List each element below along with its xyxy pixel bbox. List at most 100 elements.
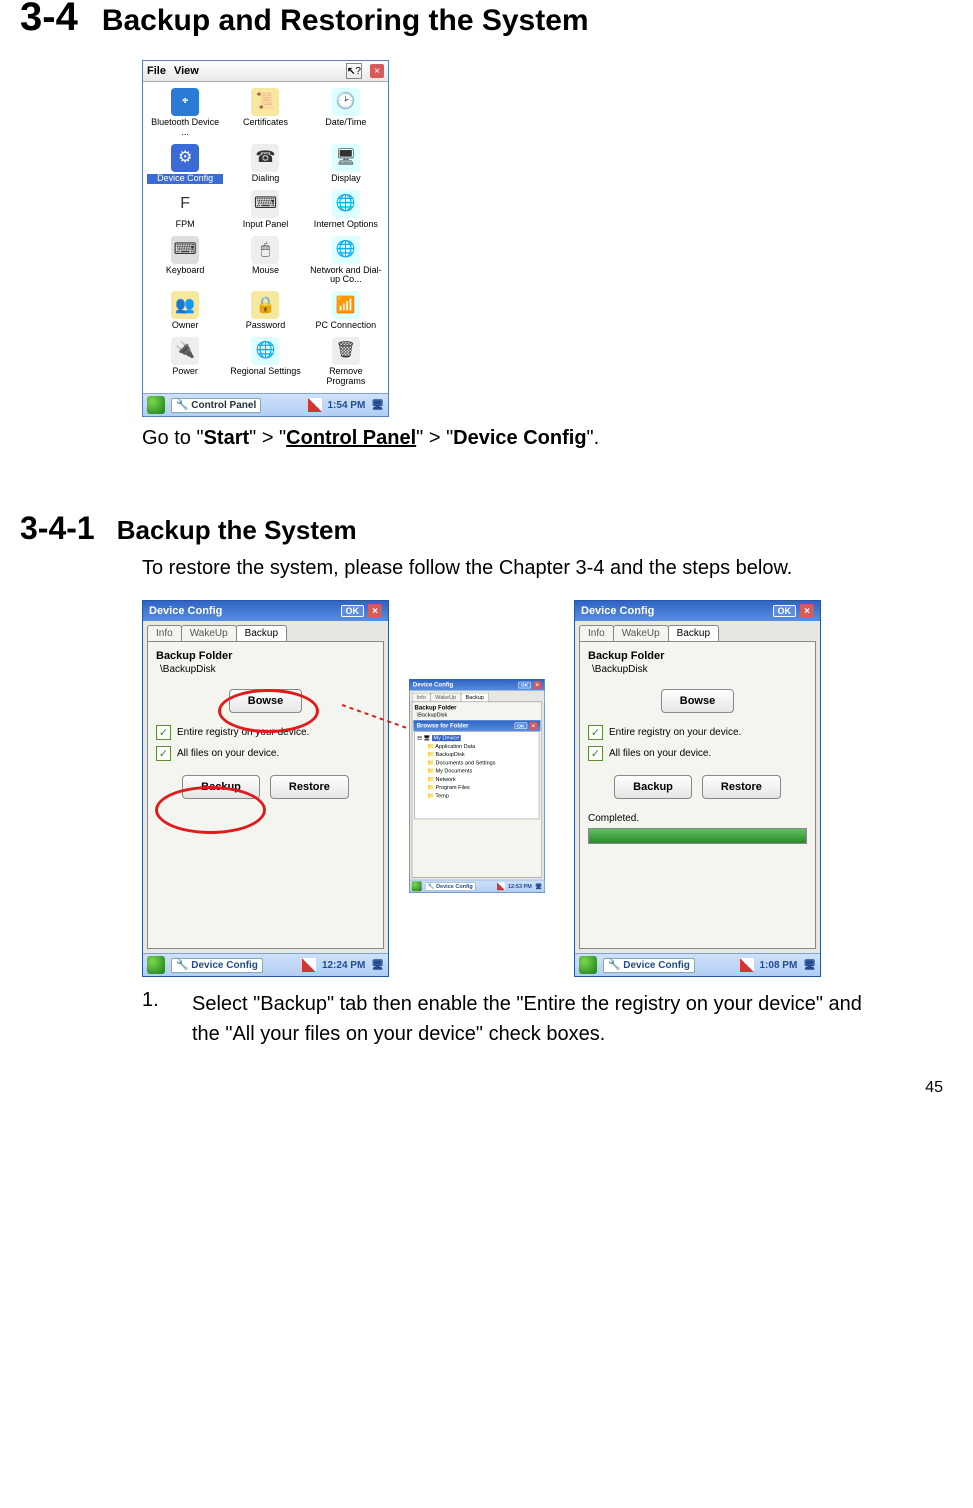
tree-root[interactable]: My Device	[432, 735, 461, 741]
ok-button[interactable]: OK	[518, 681, 531, 688]
taskbar-app[interactable]: Device Config	[436, 883, 473, 889]
cp-item[interactable]: 🖥Display	[308, 144, 384, 184]
browse-button[interactable]: Bowse	[661, 689, 734, 713]
backup-button[interactable]: Backup	[614, 775, 692, 799]
checkbox-registry[interactable]: ✓	[588, 725, 603, 740]
cp-item[interactable]: ⌨Keyboard	[147, 236, 223, 286]
ok-button[interactable]: OK	[773, 605, 797, 617]
cp-item[interactable]: 📜Certificates	[227, 88, 303, 138]
close-icon[interactable]: ×	[529, 721, 537, 729]
close-icon[interactable]: ×	[370, 64, 384, 78]
start-button-icon[interactable]	[579, 956, 597, 974]
restore-button[interactable]: Restore	[702, 775, 781, 799]
tree-item[interactable]: 📁 My Documents	[427, 767, 536, 775]
subsection-title: Backup the System	[117, 515, 357, 546]
tree-item[interactable]: 📁 Documents and Settings	[427, 758, 536, 766]
tray-icon[interactable]: 🖥	[371, 400, 384, 411]
folder-tree[interactable]: ⊟ 🖥 My Device 📁 Application Data📁 Backup…	[415, 731, 540, 819]
cp-item[interactable]: 📶PC Connection	[308, 291, 384, 331]
cp-item-label: Remove Programs	[308, 367, 384, 387]
tab-backup[interactable]: Backup	[668, 625, 719, 641]
cp-item[interactable]: 🌐Regional Settings	[227, 337, 303, 387]
start-button-icon[interactable]	[412, 881, 422, 891]
context-help-icon[interactable]: ↖?	[346, 63, 362, 79]
cp-item[interactable]: 🔒Password	[227, 291, 303, 331]
tree-item[interactable]: 📁 Temp	[427, 791, 536, 799]
close-icon[interactable]: ×	[533, 681, 541, 689]
restore-button[interactable]: Restore	[270, 775, 349, 799]
cp-item[interactable]: 👥 Owner	[147, 291, 223, 331]
cp-item-label: Owner	[147, 321, 223, 331]
tree-item[interactable]: 📁 Application Data	[427, 742, 536, 750]
cp-item[interactable]: 🌐Network and Dial-up Co...	[308, 236, 384, 286]
tab-info[interactable]: Info	[579, 625, 614, 641]
step-text: Select "Backup" tab then enable the "Ent…	[192, 989, 892, 1049]
close-icon[interactable]: ×	[800, 604, 814, 618]
cp-item-icon: 🔌	[171, 337, 199, 365]
cp-item[interactable]: ⌨Input Panel	[227, 190, 303, 230]
tray-icon[interactable]: 🖥	[371, 960, 384, 971]
backup-button[interactable]: Backup	[182, 775, 260, 799]
cp-item[interactable]: 🗑Remove Programs	[308, 337, 384, 387]
browse-button[interactable]: Bowse	[229, 689, 302, 713]
taskbar-time: 12:53 PM	[508, 883, 532, 889]
cp-item-icon: ⌨	[251, 190, 279, 218]
flag-icon[interactable]	[740, 958, 754, 972]
start-button-icon[interactable]	[147, 956, 165, 974]
cp-item[interactable]: FFPM	[147, 190, 223, 230]
cp-item-label: Network and Dial-up Co...	[308, 266, 384, 286]
taskbar-time: 1:54 PM	[328, 400, 366, 411]
ok-button[interactable]: OK	[341, 605, 365, 617]
cp-item-label: Date/Time	[308, 118, 384, 128]
tab-backup[interactable]: Backup	[461, 692, 489, 701]
checkbox-registry-label: Entire registry on your device.	[177, 727, 309, 738]
status-text: Completed.	[588, 813, 807, 824]
cp-item[interactable]: ☎Dialing	[227, 144, 303, 184]
taskbar-time: 12:24 PM	[322, 960, 365, 971]
menu-file[interactable]: File	[147, 65, 166, 77]
cp-item-icon: 🖥	[332, 144, 360, 172]
taskbar-app[interactable]: Device Config	[623, 960, 690, 971]
tree-item[interactable]: 📁 Program Files	[427, 783, 536, 791]
checkbox-allfiles[interactable]: ✓	[156, 746, 171, 761]
checkbox-allfiles[interactable]: ✓	[588, 746, 603, 761]
cp-item[interactable]: ᛭Bluetooth Device ...	[147, 88, 223, 138]
start-button-icon[interactable]	[147, 396, 165, 414]
window-title: Device Config	[413, 681, 453, 688]
cp-item-icon: ☎	[251, 144, 279, 172]
cp-item[interactable]: ⚙Device Config	[147, 144, 223, 184]
cp-item-icon: 🗑	[332, 337, 360, 365]
tree-item[interactable]: 📁 BackupDisk	[427, 750, 536, 758]
flag-icon[interactable]	[308, 398, 322, 412]
tree-item[interactable]: 📁 Network	[427, 775, 536, 783]
cp-item[interactable]: 🌐Internet Options	[308, 190, 384, 230]
cp-item[interactable]: 🖱Mouse	[227, 236, 303, 286]
tray-icon[interactable]: 🖥	[535, 883, 542, 889]
tab-wakeup[interactable]: WakeUp	[430, 692, 461, 701]
tab-wakeup[interactable]: WakeUp	[613, 625, 669, 641]
section-header: 3-4 Backup and Restoring the System	[20, 0, 953, 40]
checkbox-registry[interactable]: ✓	[156, 725, 171, 740]
tab-backup[interactable]: Backup	[236, 625, 287, 641]
tab-info[interactable]: Info	[412, 692, 431, 701]
taskbar-time: 1:08 PM	[760, 960, 798, 971]
flag-icon[interactable]	[302, 958, 316, 972]
cp-item[interactable]: 🔌Power	[147, 337, 223, 387]
ok-button[interactable]: OK	[514, 722, 527, 729]
cp-item[interactable]: 🕑Date/Time	[308, 88, 384, 138]
menu-view[interactable]: View	[174, 65, 199, 77]
step-number: 1.	[142, 989, 172, 1049]
taskbar-app[interactable]: Control Panel	[191, 400, 256, 411]
subsection-number: 3-4-1	[20, 510, 95, 547]
page-number: 45	[20, 1079, 953, 1097]
taskbar-app[interactable]: Device Config	[191, 960, 258, 971]
flag-icon[interactable]	[497, 882, 505, 890]
section-number: 3-4	[20, 0, 78, 40]
cp-item-icon: 👥	[171, 291, 199, 319]
close-icon[interactable]: ×	[368, 604, 382, 618]
tab-info[interactable]: Info	[147, 625, 182, 641]
cp-item-icon: ᛭	[171, 88, 199, 116]
tray-icon[interactable]: 🖥	[803, 960, 816, 971]
backup-path: \BackupDisk	[592, 664, 807, 675]
tab-wakeup[interactable]: WakeUp	[181, 625, 237, 641]
